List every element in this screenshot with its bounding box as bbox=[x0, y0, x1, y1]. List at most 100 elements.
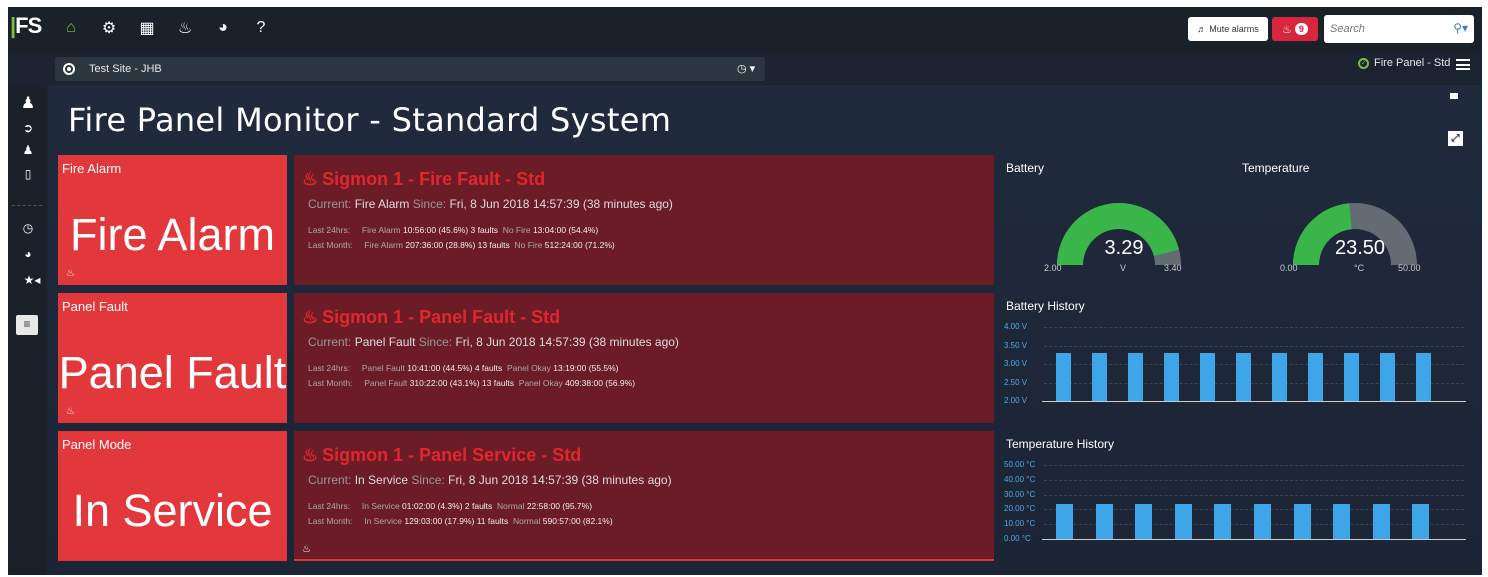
history-bar[interactable] bbox=[1380, 352, 1395, 401]
last-month-stats: Last Month: Fire Alarm 207:36:00 (28.8%)… bbox=[308, 240, 615, 250]
sidebar-divider bbox=[12, 205, 42, 206]
fire-alarm-tile[interactable]: Fire Alarm Fire Alarm ♨ bbox=[58, 155, 287, 285]
history-bar[interactable] bbox=[1272, 352, 1287, 401]
gear-icon[interactable]: ⚙ bbox=[100, 19, 118, 37]
history-bar[interactable] bbox=[1174, 504, 1192, 539]
tile-value: Fire Alarm bbox=[69, 209, 276, 260]
history-bar[interactable] bbox=[1095, 504, 1113, 539]
panel-fault-tile[interactable]: Panel Fault Panel Fault ♨ bbox=[58, 293, 287, 423]
detail-title: ♨ Sigmon 1 - Panel Service - Std bbox=[302, 445, 582, 465]
last-month-stats: Last Month: In Service 129:03:00 (17.9%)… bbox=[308, 516, 613, 526]
search-icon[interactable]: ⚲▾ bbox=[1453, 21, 1468, 35]
detail-title: ♨ Sigmon 1 - Panel Fault - Std bbox=[302, 307, 561, 327]
history-bar[interactable] bbox=[1254, 504, 1271, 539]
history-bar[interactable] bbox=[1412, 504, 1430, 539]
x-axis bbox=[1042, 401, 1466, 402]
target-icon bbox=[63, 63, 75, 75]
fire-fault-detail[interactable]: ♨ Sigmon 1 - Fire Fault - Std Current: Fi… bbox=[294, 155, 994, 285]
mobile-icon[interactable]: ▯ bbox=[20, 167, 36, 183]
x-axis bbox=[1042, 539, 1466, 540]
history-bar[interactable] bbox=[1308, 352, 1323, 401]
alarm-count-badge: 9 bbox=[1294, 23, 1308, 35]
alarm-bell-icon: ♨ bbox=[1282, 23, 1292, 36]
panel-fault-detail[interactable]: ♨ Sigmon 1 - Panel Fault - Std Current: P… bbox=[294, 293, 994, 423]
logout-icon[interactable]: ➲ bbox=[20, 121, 36, 137]
alarms-button[interactable]: ♨ 9 bbox=[1272, 17, 1318, 41]
y-tick-label: 40.00 °C bbox=[1004, 474, 1036, 484]
history-bar[interactable] bbox=[1214, 504, 1232, 539]
bell-icon: ♨ bbox=[302, 544, 311, 555]
history-bar[interactable] bbox=[1333, 504, 1351, 539]
bell-icon: ♨ bbox=[302, 307, 319, 327]
history-bar[interactable] bbox=[1416, 352, 1431, 401]
tile-label: Fire Alarm bbox=[62, 161, 122, 176]
history-bar[interactable] bbox=[1056, 352, 1071, 401]
home-icon[interactable]: ⌂ bbox=[62, 19, 80, 37]
dashboard-icon[interactable]: ◕ bbox=[214, 19, 232, 37]
gauge-value: 23.50 bbox=[1334, 237, 1386, 259]
search-input[interactable] bbox=[1330, 19, 1440, 39]
y-tick-label: 10.00 °C bbox=[1004, 519, 1036, 529]
gauge-min: 2.00 bbox=[1044, 263, 1062, 273]
last-month-stats: Last Month: Panel Fault 310:22:00 (43.1%… bbox=[308, 378, 636, 388]
clock-dropdown-icon[interactable]: ◷ ▾ bbox=[737, 62, 755, 75]
app-window: |FS ⌂ ⚙ ▦ ♨ ◕ ? ♬ Mute alarms ♨ 9 ⚲▾ Tes… bbox=[8, 7, 1482, 575]
history-bar[interactable] bbox=[1164, 352, 1179, 401]
last-24hrs-stats: Last 24hrs: In Service 01:02:00 (4.3%) 2… bbox=[308, 501, 593, 511]
check-circle-icon: ✓ bbox=[1358, 57, 1369, 69]
user-icon[interactable]: ♟ bbox=[20, 143, 36, 159]
temperature-history-chart: Temperature History 50.00 °C 40.00 °C 30.0… bbox=[1004, 431, 1474, 571]
table-icon[interactable]: ▦ bbox=[138, 19, 156, 37]
panel-selector[interactable]: ✓ Fire Panel - Std bbox=[1358, 57, 1450, 69]
list-toggle-button[interactable]: ≡ bbox=[16, 315, 38, 335]
tile-label: Panel Mode bbox=[62, 437, 132, 452]
y-tick-label: 3.50 V bbox=[1004, 340, 1028, 350]
mute-alarms-button[interactable]: ♬ Mute alarms bbox=[1188, 17, 1268, 41]
gridline bbox=[1044, 382, 1464, 384]
y-tick-label: 20.00 °C bbox=[1004, 504, 1036, 514]
y-tick-label: 2.50 V bbox=[1004, 377, 1028, 387]
menu-icon[interactable] bbox=[1456, 59, 1470, 70]
dashboard-icon[interactable]: ◕ bbox=[20, 247, 36, 263]
gridline bbox=[1044, 345, 1464, 347]
history-bar[interactable] bbox=[1135, 504, 1153, 539]
fullscreen-icon[interactable]: ⤢ bbox=[1448, 131, 1463, 146]
gridline bbox=[1044, 465, 1464, 466]
history-bar[interactable] bbox=[1200, 352, 1215, 401]
gauge-unit: °C bbox=[1354, 263, 1365, 273]
toggle-icon[interactable] bbox=[1450, 93, 1458, 99]
user-avatar-icon[interactable]: ♟ bbox=[20, 93, 36, 112]
mute-alarms-label: Mute alarms bbox=[1209, 24, 1259, 34]
y-tick-label: 0.00 °C bbox=[1004, 534, 1031, 543]
panel-service-detail[interactable]: ♨ Sigmon 1 - Panel Service - Std Current:… bbox=[294, 431, 994, 561]
history-bar[interactable] bbox=[1344, 352, 1359, 401]
history-bar[interactable] bbox=[1293, 504, 1311, 539]
panel-mode-tile[interactable]: Panel Mode In Service bbox=[58, 431, 287, 561]
top-nav: ⌂ ⚙ ▦ ♨ ◕ ? bbox=[62, 19, 270, 37]
gauge-value: 3.29 bbox=[1104, 237, 1144, 259]
gauge-max: 3.40 bbox=[1164, 263, 1182, 273]
favorites-star-icon[interactable]: ★◂ bbox=[20, 273, 44, 289]
gauge-min: 0.00 bbox=[1280, 263, 1298, 273]
y-tick-label: 4.00 V bbox=[1004, 322, 1028, 331]
history-bar[interactable] bbox=[1128, 352, 1143, 401]
history-bar[interactable] bbox=[1236, 352, 1251, 401]
clock-icon[interactable]: ◷ bbox=[20, 221, 36, 237]
gridline bbox=[1044, 494, 1464, 496]
logo[interactable]: |FS bbox=[10, 13, 50, 43]
sidebar: ♟ ➲ ♟ ▯ ◷ ◕ ★◂ ≡ bbox=[8, 87, 46, 575]
last-24hrs-stats: Last 24hrs: Panel Fault 10:41:00 (44.5%)… bbox=[308, 363, 619, 373]
temperature-gauge: Temperature 23.50 °C 0.00 50.00 bbox=[1240, 155, 1470, 285]
y-tick-label: 3.00 V bbox=[1004, 359, 1028, 368]
gridline bbox=[1044, 364, 1464, 365]
bell-icon[interactable]: ♨ bbox=[176, 19, 194, 37]
help-icon[interactable]: ? bbox=[252, 19, 270, 37]
tile-value: Panel Fault bbox=[58, 347, 287, 398]
panel-selector-label: Fire Panel - Std bbox=[1374, 57, 1451, 69]
bell-icon: ♨ bbox=[302, 169, 319, 189]
site-selector[interactable]: Test Site - JHB ◷ ▾ bbox=[55, 57, 765, 81]
history-bar[interactable] bbox=[1092, 352, 1107, 401]
gauge-unit: V bbox=[1120, 263, 1127, 273]
history-bar[interactable] bbox=[1372, 504, 1390, 539]
history-bar[interactable] bbox=[1056, 504, 1073, 539]
